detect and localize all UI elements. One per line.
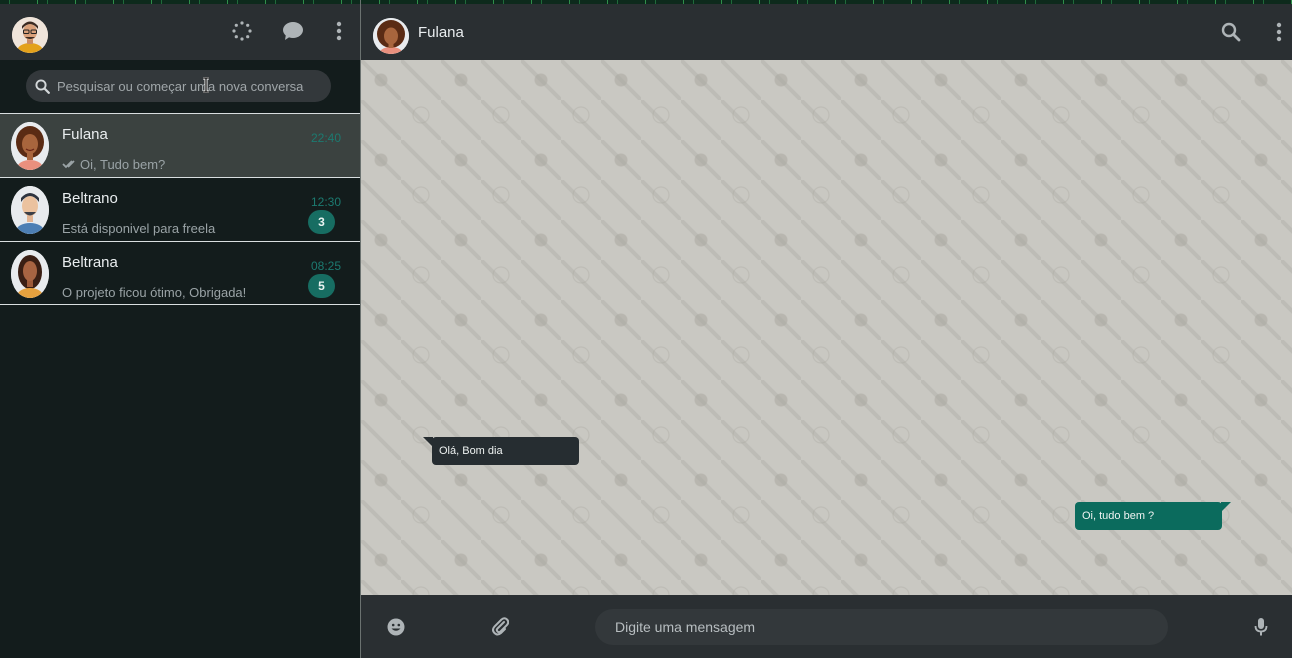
composer-bar [361, 595, 1292, 658]
status-icon[interactable] [229, 18, 255, 44]
conversation-header: Fulana [361, 4, 1292, 60]
sidebar-header [0, 4, 360, 60]
incoming-message: Olá, Bom dia [423, 437, 579, 465]
chat-name: Beltrana [62, 254, 118, 271]
chat-item-beltrano[interactable]: Beltrano 12:30 Está disponivel para free… [0, 177, 360, 241]
new-chat-icon[interactable] [280, 18, 306, 44]
mic-icon[interactable] [1248, 614, 1274, 640]
menu-dots-icon[interactable] [326, 18, 352, 44]
chat-preview: O projeto ficou ótimo, Obrigada! [62, 285, 246, 300]
chat-preview-text: O projeto ficou ótimo, Obrigada! [62, 285, 247, 300]
search-icon[interactable] [1218, 19, 1244, 45]
unread-badge: 3 [308, 210, 335, 234]
search-bar-container [0, 60, 360, 112]
unread-badge: 5 [308, 274, 335, 298]
chat-name: Fulana [62, 126, 108, 143]
chat-list: Fulana 22:40 Oi, Tudo bem? Beltrano 12:3… [0, 113, 360, 305]
paperclip-icon[interactable] [487, 613, 513, 639]
sidebar: Fulana 22:40 Oi, Tudo bem? [0, 4, 360, 658]
whatsapp-app: Fulana 22:40 Oi, Tudo bem? [0, 0, 1292, 658]
avatar [11, 186, 49, 234]
search-bar [26, 70, 331, 102]
chat-name: Beltrano [62, 190, 118, 207]
outgoing-message: Oi, tudo bem ? [1075, 502, 1231, 530]
chat-preview-text: Oi, Tudo bem? [80, 157, 166, 172]
chat-time: 22:40 [310, 131, 341, 145]
avatar [11, 250, 49, 298]
chat-item-beltrana[interactable]: Beltrana 08:25 O projeto ficou ótimo, Ob… [0, 241, 360, 305]
conversation-panel: Fulana Olá, Bom dia Oi, tudo bem ? [360, 0, 1292, 658]
chat-time: 08:25 [310, 259, 341, 273]
search-icon [35, 79, 50, 99]
my-avatar[interactable] [12, 17, 48, 53]
double-check-icon [62, 157, 76, 172]
chat-item-fulana[interactable]: Fulana 22:40 Oi, Tudo bem? [0, 113, 360, 177]
chat-preview-text: Está disponivel para freela [62, 221, 216, 236]
contact-avatar[interactable] [373, 18, 409, 54]
contact-name: Fulana [418, 24, 464, 41]
menu-dots-icon[interactable] [1266, 19, 1292, 45]
search-input[interactable] [57, 70, 327, 102]
text-cursor-icon [202, 76, 210, 94]
avatar [11, 122, 49, 170]
chat-preview: Está disponivel para freela [62, 221, 215, 236]
chat-preview: Oi, Tudo bem? [62, 157, 165, 172]
message-area: Olá, Bom dia Oi, tudo bem ? [361, 60, 1292, 595]
message-input[interactable] [595, 609, 1168, 645]
chat-time: 12:30 [310, 195, 341, 209]
emoji-icon[interactable] [383, 614, 409, 640]
